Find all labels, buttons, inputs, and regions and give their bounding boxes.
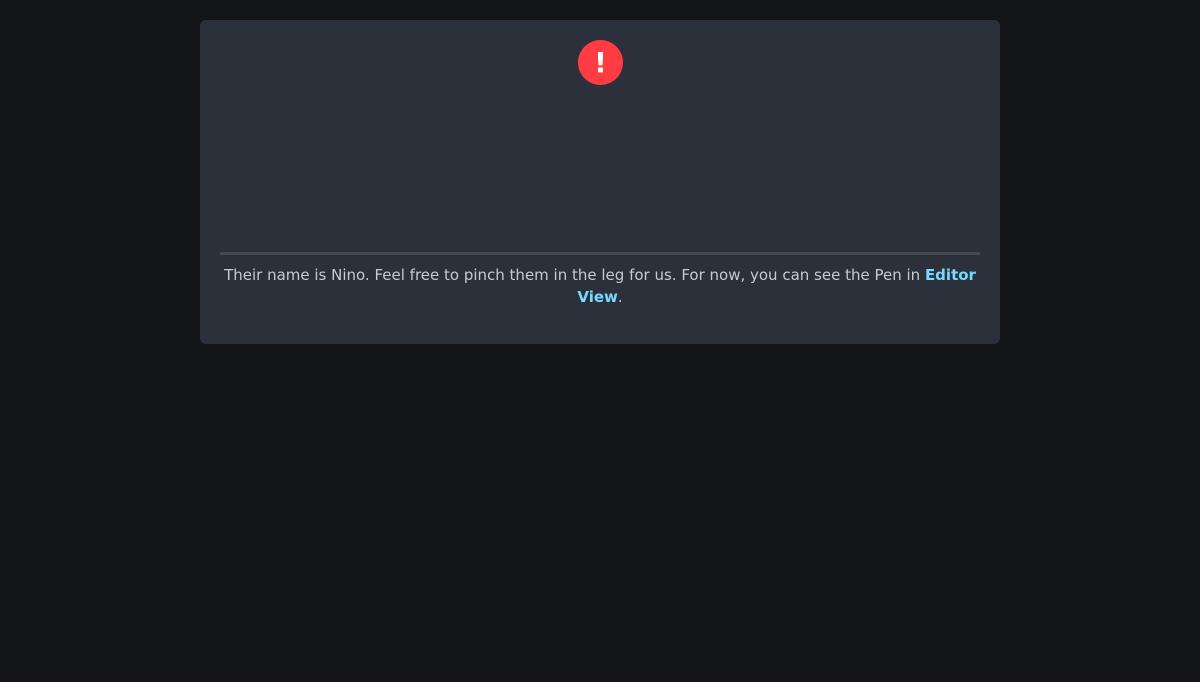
divider <box>220 252 980 255</box>
error-message-suffix: . <box>617 288 623 306</box>
exclamation-icon: ! <box>578 40 623 85</box>
error-message: Their name is Nino. Feel free to pinch t… <box>220 264 980 308</box>
error-panel: ! Their name is Nino. Feel free to pinch… <box>200 20 1000 344</box>
error-message-text: Their name is Nino. Feel free to pinch t… <box>224 266 925 284</box>
